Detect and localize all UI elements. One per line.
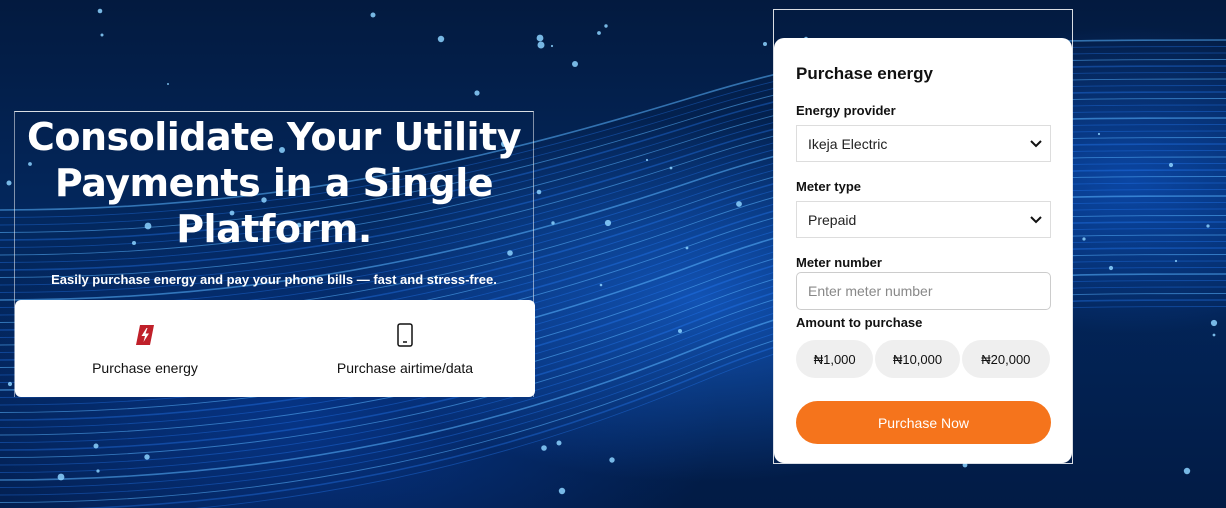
- meter-number-label: Meter number: [796, 255, 882, 270]
- tab-label: Purchase energy: [92, 360, 198, 376]
- amount-chip-10000[interactable]: ₦10,000: [875, 340, 960, 378]
- tab-purchase-energy[interactable]: Purchase energy: [15, 300, 275, 397]
- meter-number-placeholder: Enter meter number: [808, 283, 933, 299]
- meter-number-input[interactable]: Enter meter number: [796, 272, 1051, 310]
- purchase-now-button[interactable]: Purchase Now: [796, 401, 1051, 444]
- service-tabs: Purchase energy Purchase airtime/data: [15, 300, 535, 397]
- phone-icon: [395, 323, 415, 352]
- provider-select[interactable]: Ikeja Electric: [796, 125, 1051, 162]
- hero-subtitle: Easily purchase energy and pay your phon…: [51, 272, 497, 287]
- amount-options: ₦1,000 ₦10,000 ₦20,000: [796, 340, 1050, 378]
- hero-title: Consolidate Your Utility Payments in a S…: [26, 115, 522, 251]
- meter-type-select[interactable]: Prepaid: [796, 201, 1051, 238]
- meter-type-value: Prepaid: [808, 211, 857, 228]
- tab-label: Purchase airtime/data: [336, 360, 474, 376]
- amount-label: Amount to purchase: [796, 315, 923, 330]
- chevron-down-icon: [1030, 137, 1042, 151]
- amount-chip-1000[interactable]: ₦1,000: [796, 340, 874, 378]
- provider-label: Energy provider: [796, 103, 896, 118]
- meter-type-label: Meter type: [796, 179, 862, 194]
- provider-value: Ikeja Electric: [808, 135, 888, 152]
- tab-purchase-airtime[interactable]: Purchase airtime/data: [275, 300, 535, 397]
- amount-chip-20000[interactable]: ₦20,000: [961, 340, 1050, 378]
- hero-section: Consolidate Your Utility Payments in a S…: [14, 111, 535, 397]
- lightning-icon: [133, 323, 157, 352]
- chevron-down-icon: [1030, 213, 1042, 227]
- purchase-form: Purchase energy Energy provider Ikeja El…: [774, 38, 1072, 463]
- form-title: Purchase energy: [796, 64, 934, 83]
